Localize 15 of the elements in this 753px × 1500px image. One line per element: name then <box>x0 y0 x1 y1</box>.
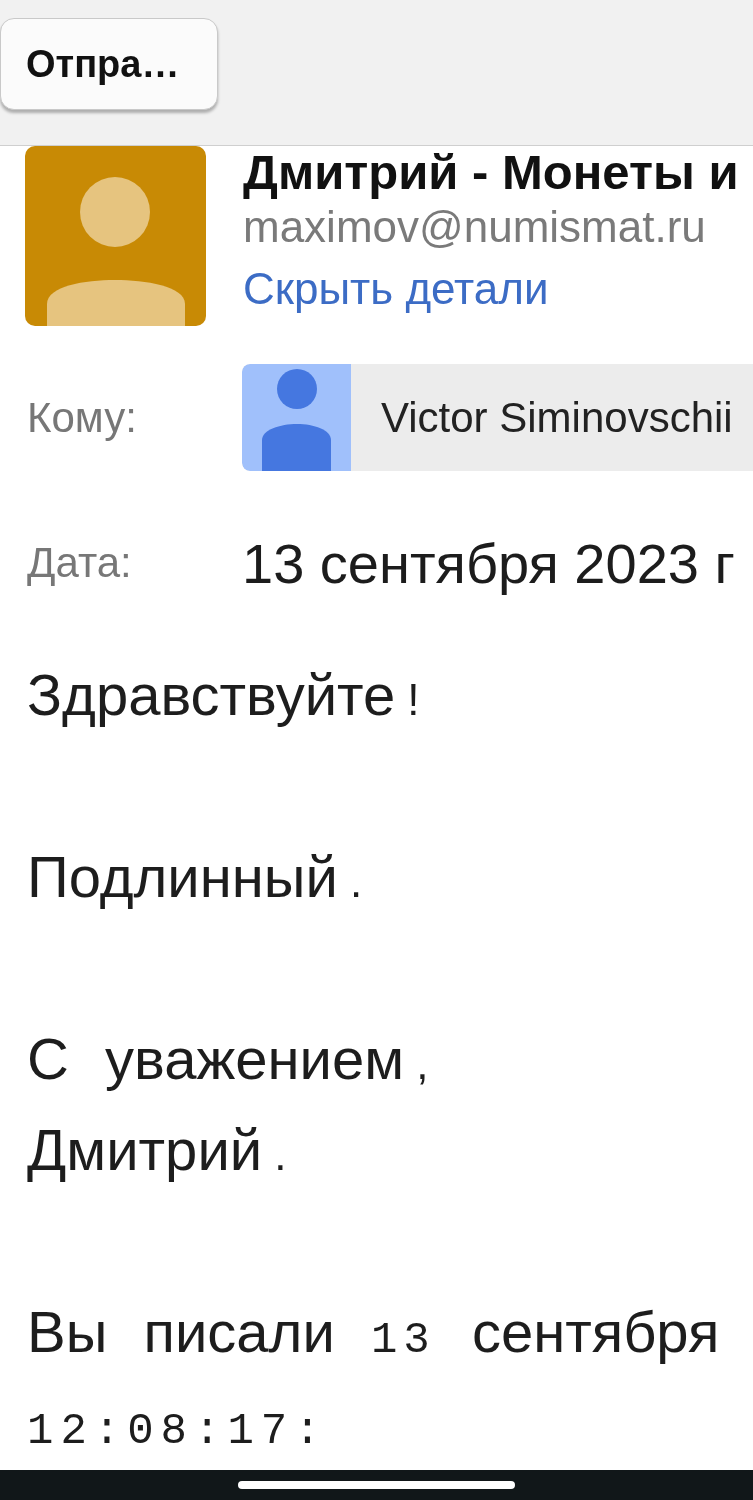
to-label: Кому: <box>26 393 138 442</box>
sender-name: Дмитрий - Монеты и <box>243 146 739 198</box>
sender-email: maximov@numismat.ru <box>243 202 706 252</box>
back-button[interactable]: Отпра… <box>0 18 218 110</box>
date-label: Дата: <box>26 539 133 587</box>
message-paragraph: С уважением , Дмитрий . <box>27 1025 429 1184</box>
message-paragraph: Здравствуйте ! <box>27 661 420 729</box>
message-paragraph: Подлинный . <box>27 843 363 911</box>
date-value: 13 сентября 2023 г <box>242 530 735 596</box>
home-indicator[interactable] <box>238 1481 515 1489</box>
hide-details-link[interactable]: Скрыть детали <box>243 264 549 314</box>
person-icon <box>242 364 351 471</box>
avatar-icon <box>25 146 206 326</box>
message-paragraph: Вы писали 13 сентября 12:08:17: <box>27 1298 720 1458</box>
recipient-chip[interactable]: Victor Siminovschii <box>242 364 753 471</box>
